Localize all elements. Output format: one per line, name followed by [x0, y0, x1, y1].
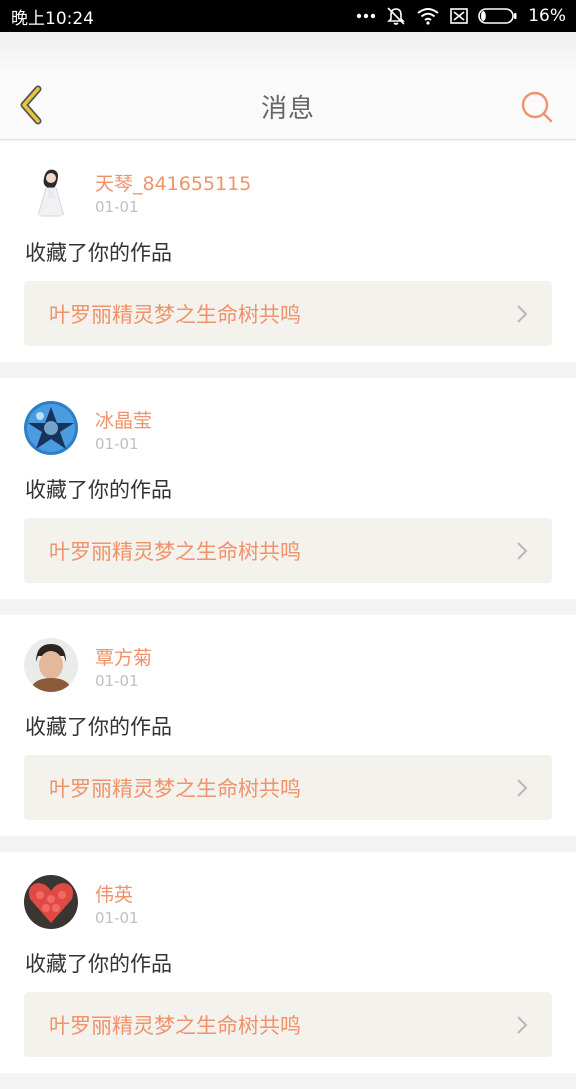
- message-date: 01-01: [95, 435, 139, 453]
- action-text: 收藏了你的作品: [25, 478, 172, 502]
- message-date: 01-01: [95, 198, 139, 216]
- action-text: 收藏了你的作品: [25, 715, 172, 739]
- crystal-avatar[interactable]: [24, 401, 78, 455]
- username[interactable]: 天琴_841655115: [95, 169, 251, 196]
- message-card: 覃方菊 01-01 收藏了你的作品 叶罗丽精灵梦之生命树共鸣: [0, 615, 576, 836]
- status-icons: 16%: [356, 6, 566, 26]
- battery-icon: [478, 8, 517, 24]
- search-icon: [521, 91, 553, 123]
- header-spacer: [0, 32, 576, 70]
- message-date: 01-01: [95, 909, 139, 927]
- username[interactable]: 伟英: [95, 880, 133, 907]
- username[interactable]: 覃方菊: [95, 643, 152, 670]
- message-card: 伟英 01-01 收藏了你的作品 叶罗丽精灵梦之生命树共鸣: [0, 852, 576, 1073]
- work-title: 叶罗丽精灵梦之生命树共鸣: [49, 303, 301, 327]
- mute-icon: [387, 7, 406, 25]
- header: 消息: [0, 70, 576, 140]
- message-card: 天琴_841655115 01-01 收藏了你的作品 叶罗丽精灵梦之生命树共鸣: [0, 141, 576, 362]
- message-card: 冰晶莹 01-01 收藏了你的作品 叶罗丽精灵梦之生命树共鸣: [0, 378, 576, 599]
- chevron-right-icon: [517, 779, 528, 797]
- chevron-right-icon: [517, 1016, 528, 1034]
- status-time: 晚上10:24: [11, 8, 94, 29]
- work-link[interactable]: 叶罗丽精灵梦之生命树共鸣: [24, 518, 552, 583]
- search-button[interactable]: [520, 90, 554, 124]
- roses-avatar[interactable]: [24, 875, 78, 929]
- message-list: 天琴_841655115 01-01 收藏了你的作品 叶罗丽精灵梦之生命树共鸣 …: [0, 141, 576, 1089]
- dots-icon: [357, 13, 376, 19]
- action-text: 收藏了你的作品: [25, 952, 172, 976]
- message-date: 01-01: [95, 672, 139, 690]
- action-text: 收藏了你的作品: [25, 241, 172, 265]
- work-title: 叶罗丽精灵梦之生命树共鸣: [49, 1014, 301, 1038]
- work-link[interactable]: 叶罗丽精灵梦之生命树共鸣: [24, 755, 552, 820]
- doll-avatar[interactable]: [24, 164, 78, 218]
- chevron-right-icon: [517, 542, 528, 560]
- page-title: 消息: [260, 94, 315, 124]
- username[interactable]: 冰晶莹: [95, 406, 152, 433]
- sim-icon: [450, 8, 469, 24]
- chevron-right-icon: [517, 305, 528, 323]
- wifi-icon: [417, 8, 439, 25]
- status-bar: 晚上10:24 16%: [0, 0, 576, 32]
- photo-avatar[interactable]: [24, 638, 78, 692]
- work-title: 叶罗丽精灵梦之生命树共鸣: [49, 540, 301, 564]
- work-link[interactable]: 叶罗丽精灵梦之生命树共鸣: [24, 281, 552, 346]
- work-link[interactable]: 叶罗丽精灵梦之生命树共鸣: [24, 992, 552, 1057]
- battery-percent: 16%: [528, 6, 566, 26]
- work-title: 叶罗丽精灵梦之生命树共鸣: [49, 777, 301, 801]
